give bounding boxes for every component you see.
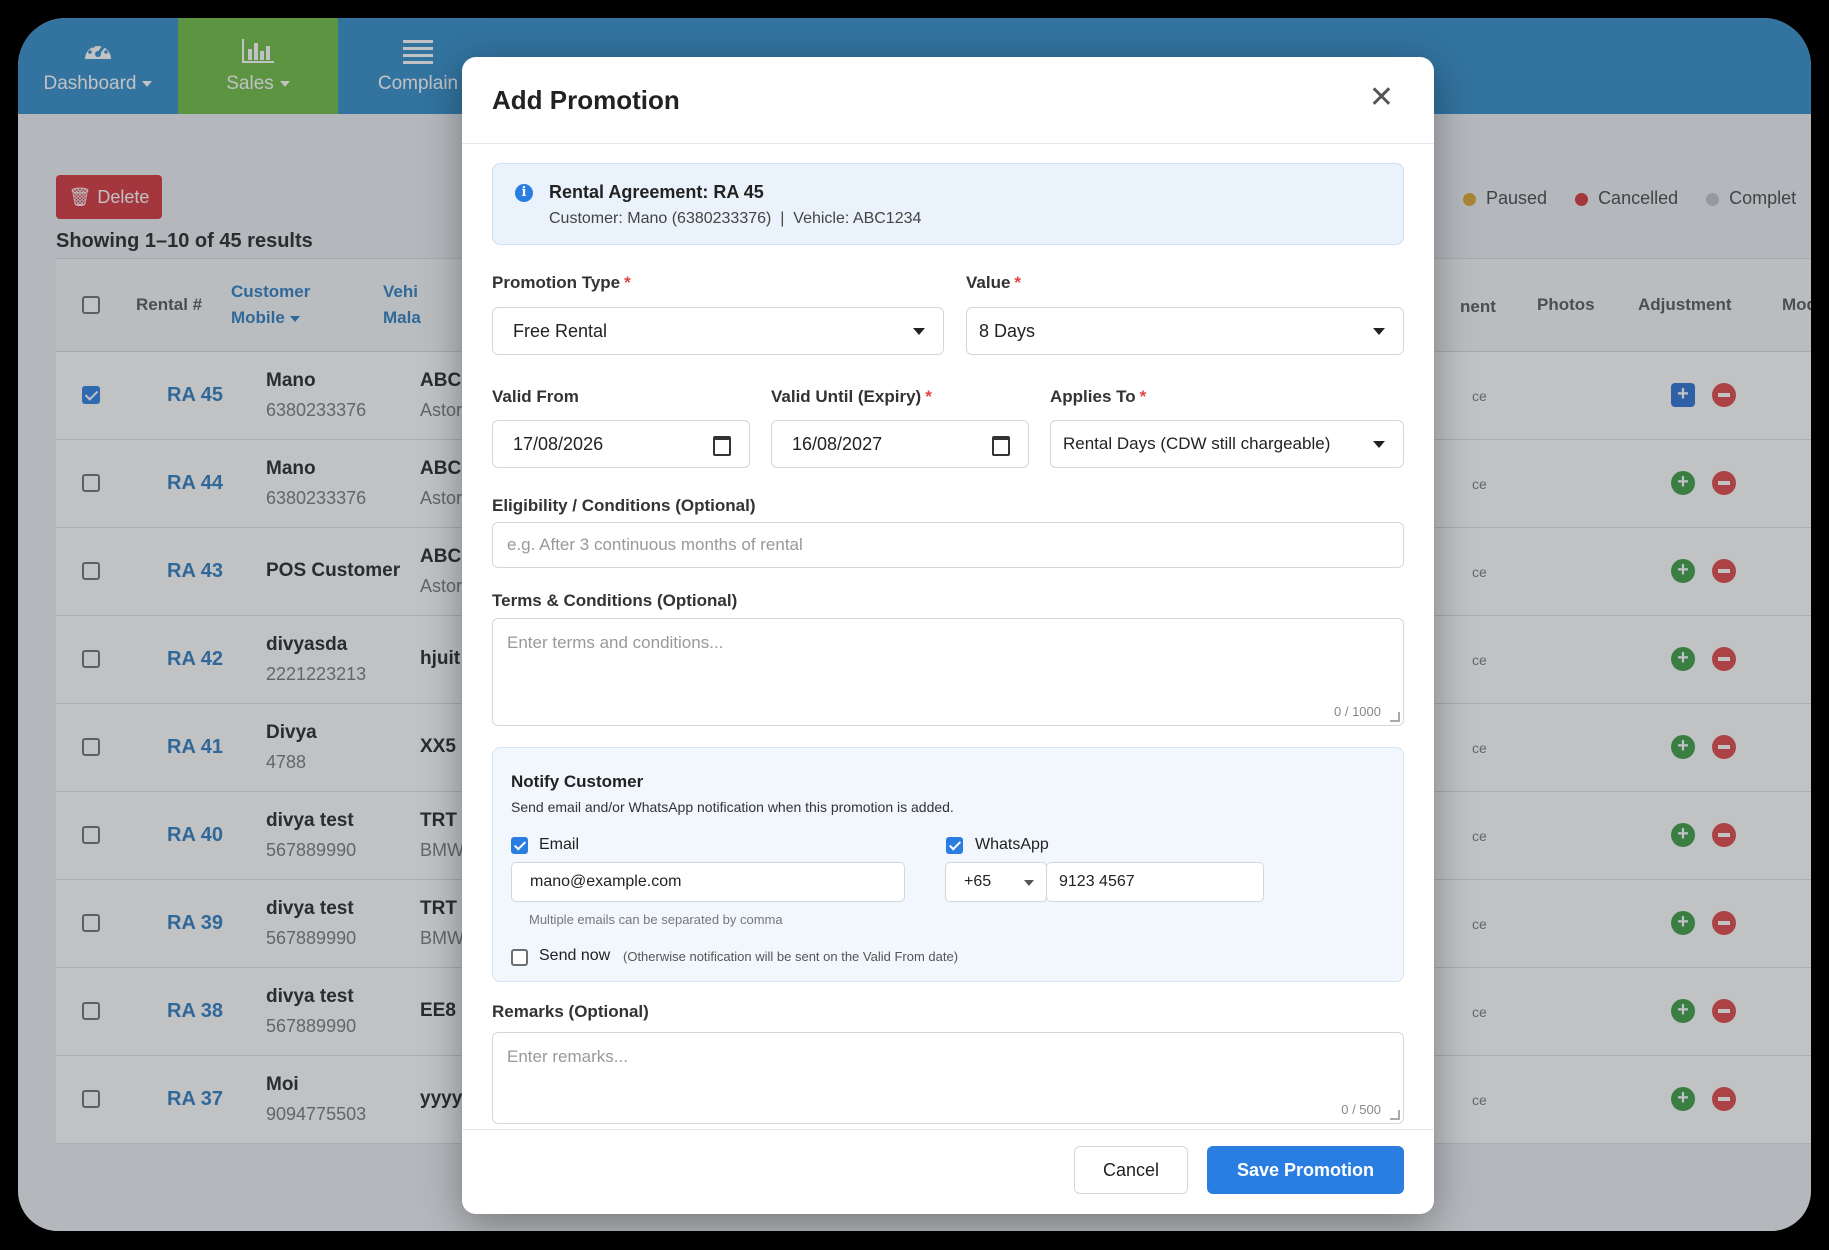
valid-until-label-text: Valid Until (Expiry) [771, 387, 922, 406]
remarks-placeholder: Enter remarks... [507, 1047, 628, 1066]
email-checkbox[interactable] [511, 837, 528, 854]
modal-title: Add Promotion [492, 85, 680, 115]
email-input[interactable]: mano@example.com [511, 862, 905, 902]
phone-input[interactable]: 9123 4567 [1046, 862, 1264, 902]
value-value: 8 Days [979, 320, 1036, 341]
email-hint: Multiple emails can be separated by comm… [529, 912, 783, 927]
terms-char-count: 0 / 1000 [1334, 704, 1381, 719]
valid-from-date-input[interactable]: 17/08/2026 [492, 420, 750, 468]
applies-to-label: Applies To * [1050, 387, 1146, 407]
email-value: mano@example.com [530, 873, 682, 890]
country-code-select[interactable]: +65 [945, 862, 1047, 902]
remarks-char-count: 0 / 500 [1341, 1102, 1381, 1117]
notify-title: Notify Customer [511, 772, 644, 791]
terms-textarea[interactable]: Enter terms and conditions... 0 / 1000 [492, 618, 1404, 726]
valid-from-value: 17/08/2026 [513, 433, 604, 454]
value-select[interactable]: 8 Days [966, 307, 1404, 355]
send-now-checkbox[interactable] [511, 949, 528, 966]
email-label: Email [539, 836, 580, 853]
send-now-hint: (Otherwise notification will be sent on … [623, 949, 959, 964]
resize-handle-icon[interactable] [1390, 1110, 1400, 1120]
rental-info-box: i Rental Agreement: RA 45 Customer: Mano… [492, 163, 1404, 245]
promotion-type-select[interactable]: Free Rental [492, 307, 944, 355]
valid-until-value: 16/08/2027 [792, 433, 883, 454]
resize-handle-icon[interactable] [1390, 712, 1400, 722]
promotion-type-label: Promotion Type * [492, 273, 631, 293]
applies-to-label-text: Applies To [1050, 387, 1136, 406]
applies-to-value: Rental Days (CDW still chargeable) [1063, 434, 1331, 453]
close-icon[interactable]: ✕ [1369, 83, 1394, 113]
notify-subtitle: Send email and/or WhatsApp notification … [511, 799, 954, 815]
whatsapp-checkbox[interactable] [946, 837, 963, 854]
promotion-type-label-text: Promotion Type [492, 273, 621, 292]
eligibility-placeholder: e.g. After 3 continuous months of rental [507, 535, 803, 554]
save-promotion-button[interactable]: Save Promotion [1207, 1146, 1404, 1194]
info-icon: i [515, 184, 533, 202]
remarks-label: Remarks (Optional) [492, 1002, 649, 1021]
notify-customer-panel: Notify Customer Send email and/or WhatsA… [492, 747, 1404, 982]
phone-value: 9123 4567 [1059, 873, 1135, 890]
valid-until-date-input[interactable]: 16/08/2027 [771, 420, 1029, 468]
required-marker: * [925, 387, 932, 406]
add-promotion-modal: Add Promotion ✕ i Rental Agreement: RA 4… [462, 57, 1434, 1214]
cancel-button[interactable]: Cancel [1074, 1146, 1188, 1194]
info-title: Rental Agreement: RA 45 [549, 182, 764, 202]
modal-footer: Cancel Save Promotion [462, 1129, 1434, 1214]
caret-down-icon [1024, 880, 1034, 886]
whatsapp-label: WhatsApp [975, 836, 1049, 853]
eligibility-label: Eligibility / Conditions (Optional) [492, 496, 756, 515]
country-code-value: +65 [964, 873, 992, 890]
valid-from-label: Valid From [492, 387, 579, 406]
required-marker: * [624, 273, 631, 292]
remarks-textarea[interactable]: Enter remarks... 0 / 500 [492, 1032, 1404, 1124]
required-marker: * [1139, 387, 1147, 406]
calendar-icon[interactable] [713, 436, 731, 456]
applies-to-select[interactable]: Rental Days (CDW still chargeable) [1050, 420, 1404, 468]
required-marker: * [1014, 273, 1022, 292]
terms-placeholder: Enter terms and conditions... [507, 633, 724, 652]
promotion-type-value: Free Rental [513, 320, 608, 341]
value-label-text: Value [966, 273, 1011, 292]
terms-label: Terms & Conditions (Optional) [492, 591, 738, 610]
send-now-label: Send now [539, 947, 611, 964]
calendar-icon[interactable] [992, 436, 1010, 456]
value-label: Value * [966, 273, 1021, 293]
modal-header: Add Promotion ✕ [462, 57, 1434, 144]
valid-until-label: Valid Until (Expiry) * [771, 387, 932, 407]
info-subtitle: Customer: Mano (6380233376) | Vehicle: A… [549, 210, 922, 227]
eligibility-input[interactable]: e.g. After 3 continuous months of rental [492, 522, 1404, 568]
